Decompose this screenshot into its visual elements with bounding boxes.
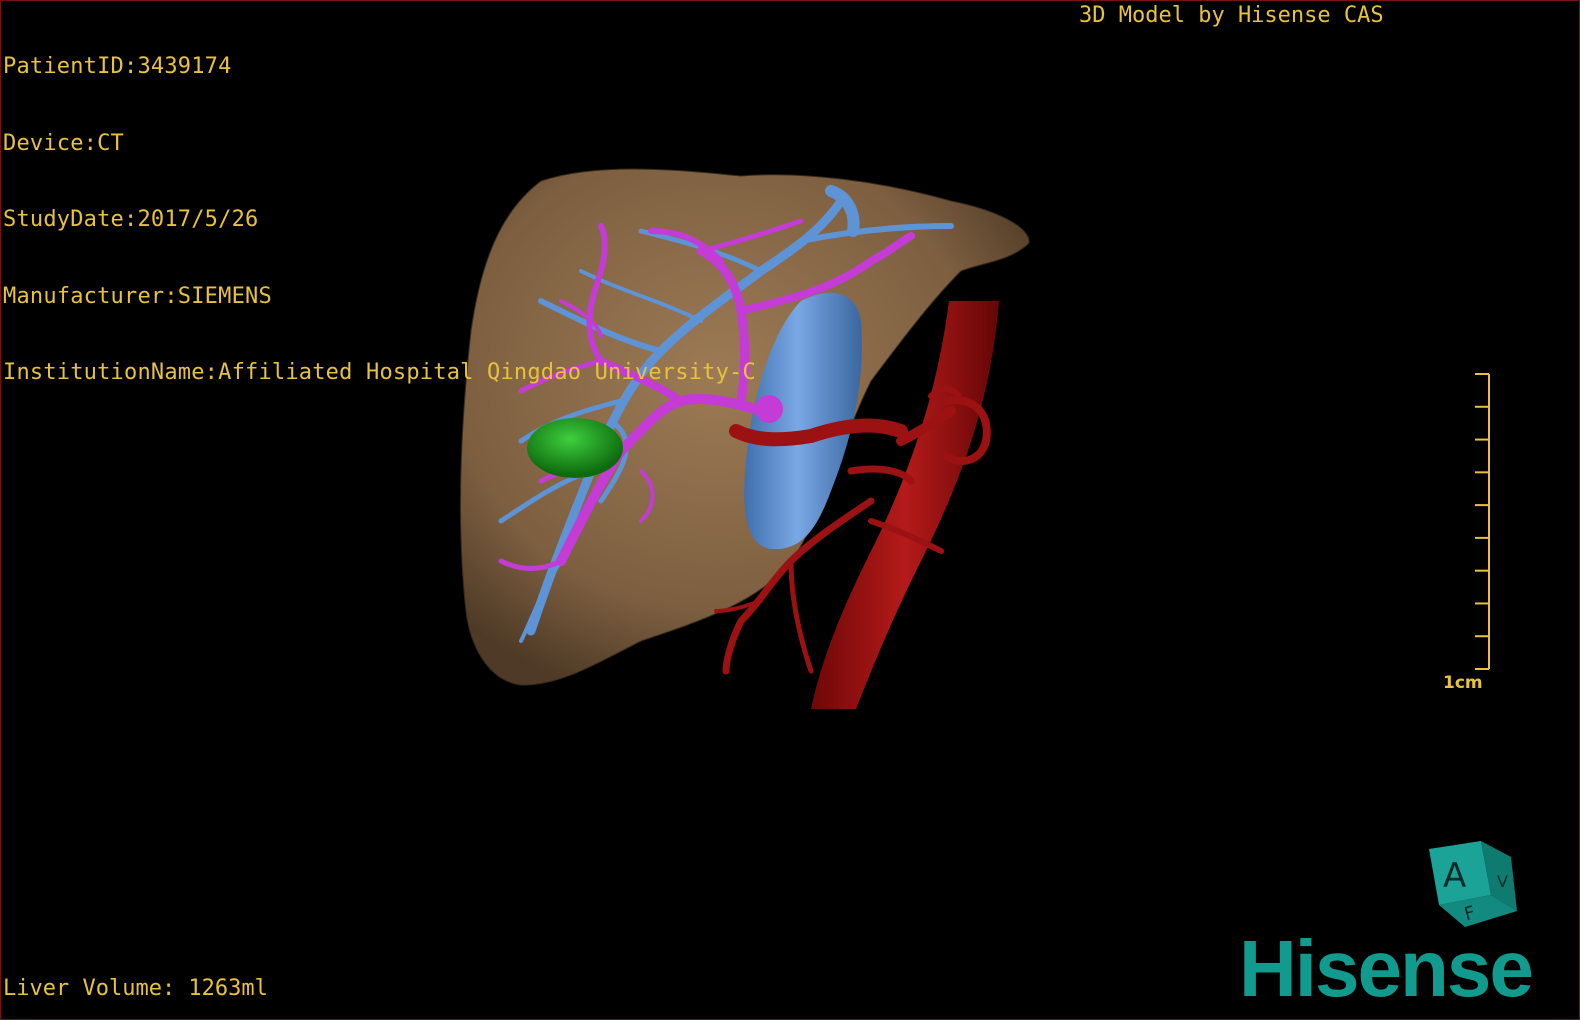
liver-volume: Liver Volume: 1263ml xyxy=(3,976,268,1001)
study-date: StudyDate:2017/5/26 xyxy=(3,207,259,232)
institution-name: InstitutionName:Affiliated Hospital Qing… xyxy=(3,360,756,385)
3d-viewport[interactable]: PatientID:3439174 Device:CT StudyDate:20… xyxy=(0,0,1580,1020)
scale-bar-label: 1cm xyxy=(1443,673,1483,693)
patient-info-panel: PatientID:3439174 Device:CT StudyDate:20… xyxy=(3,3,756,437)
device: Device:CT xyxy=(3,130,125,156)
manufacturer: Manufacturer:SIEMENS xyxy=(3,283,272,309)
orientation-cube[interactable]: A V F xyxy=(1421,837,1521,933)
hisense-logo: Hisense xyxy=(1239,924,1534,1013)
model-credit: 3D Model by Hisense CAS xyxy=(1079,3,1384,28)
patient-id: PatientID:3439174 xyxy=(3,54,232,79)
cube-side-label: V xyxy=(1497,872,1508,891)
cube-front-label: A xyxy=(1443,856,1466,896)
